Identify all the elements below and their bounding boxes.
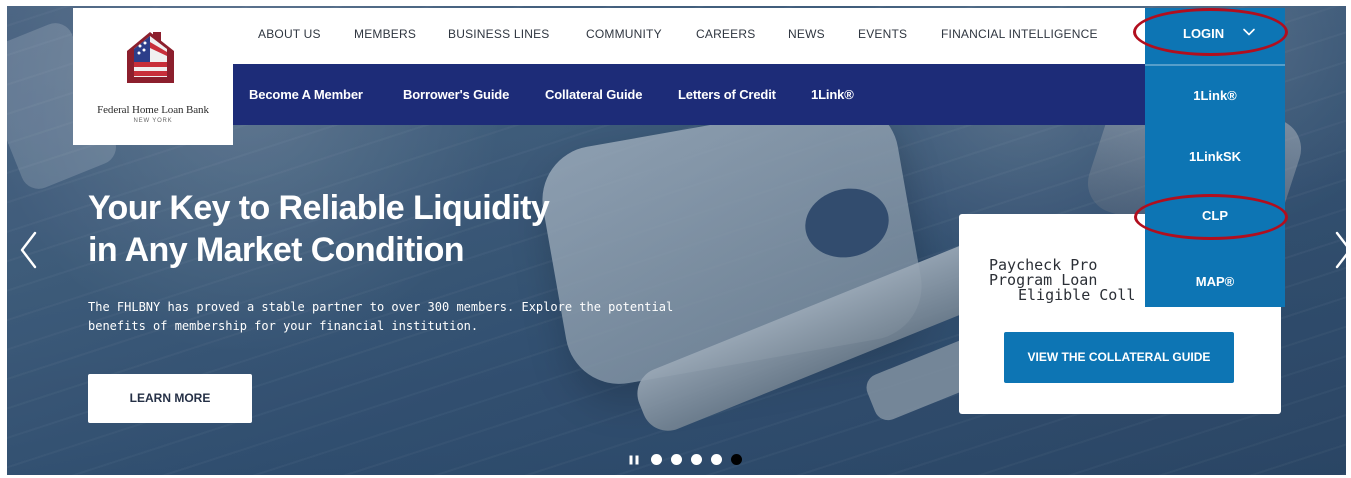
secondary-navigation: Become A Member Borrower's Guide Collate… <box>233 64 1145 125</box>
subnav-borrowers-guide[interactable]: Borrower's Guide <box>403 87 509 102</box>
login-toggle[interactable]: LOGIN <box>1145 8 1285 66</box>
carousel-dot[interactable] <box>711 454 722 465</box>
nav-about-us[interactable]: ABOUT US <box>258 27 321 41</box>
carousel-dot[interactable] <box>651 454 662 465</box>
subnav-letters-of-credit[interactable]: Letters of Credit <box>678 87 776 102</box>
nav-careers[interactable]: CAREERS <box>696 27 755 41</box>
nav-business-lines[interactable]: BUSINESS LINES <box>448 27 550 41</box>
login-item-1linksk[interactable]: 1LinkSK <box>1145 149 1285 164</box>
brand-name: Federal Home Loan Bank <box>97 104 209 116</box>
chevron-left-icon[interactable] <box>17 230 41 270</box>
subnav-1link[interactable]: 1Link® <box>811 87 854 102</box>
login-item-map[interactable]: MAP® <box>1145 274 1285 289</box>
subnav-become-a-member[interactable]: Become A Member <box>249 87 363 102</box>
hero-body-line-1: The FHLBNY has proved a stable partner t… <box>88 300 674 314</box>
carousel-dot[interactable] <box>691 454 702 465</box>
subnav-collateral-guide[interactable]: Collateral Guide <box>545 87 642 102</box>
login-item-1link[interactable]: 1Link® <box>1145 88 1285 103</box>
nav-news[interactable]: NEWS <box>788 27 825 41</box>
chevron-right-icon[interactable] <box>1331 230 1346 270</box>
house-flag-logo-icon <box>127 32 174 83</box>
pause-icon[interactable] <box>629 455 639 465</box>
hero-body-copy: The FHLBNY has proved a stable partner t… <box>88 298 738 336</box>
nav-community[interactable]: COMMUNITY <box>586 27 662 41</box>
login-item-clp[interactable]: CLP <box>1145 208 1285 223</box>
carousel-controls <box>629 454 749 466</box>
nav-members[interactable]: MEMBERS <box>354 27 416 41</box>
chevron-down-icon <box>1243 28 1255 36</box>
carousel-dot[interactable] <box>671 454 682 465</box>
brand-subtitle: NEW YORK <box>133 118 173 124</box>
hero-body-line-2: benefits of membership for your financia… <box>88 319 479 333</box>
login-label: LOGIN <box>1183 26 1225 41</box>
learn-more-button[interactable]: LEARN MORE <box>88 374 252 423</box>
nav-events[interactable]: EVENTS <box>858 27 907 41</box>
page: Your Key to Reliable Liquidity in Any Mar… <box>0 0 1351 478</box>
hero-headline: Your Key to Reliable Liquidity in Any Mar… <box>88 187 708 271</box>
view-collateral-guide-button[interactable]: VIEW THE COLLATERAL GUIDE <box>1004 332 1234 383</box>
brand-logo-box[interactable]: Federal Home Loan Bank NEW YORK <box>73 8 233 145</box>
carousel-dot[interactable] <box>731 454 742 465</box>
nav-financial-intelligence[interactable]: FINANCIAL INTELLIGENCE <box>941 27 1098 41</box>
login-dropdown-panel: LOGIN 1Link® 1LinkSK CLP MAP® <box>1145 8 1285 307</box>
hero-headline-line-1: Your Key to Reliable Liquidity <box>88 189 550 227</box>
hero-headline-line-2: in Any Market Condition <box>88 231 465 269</box>
top-navigation: ABOUT US MEMBERS BUSINESS LINES COMMUNIT… <box>233 8 1145 64</box>
